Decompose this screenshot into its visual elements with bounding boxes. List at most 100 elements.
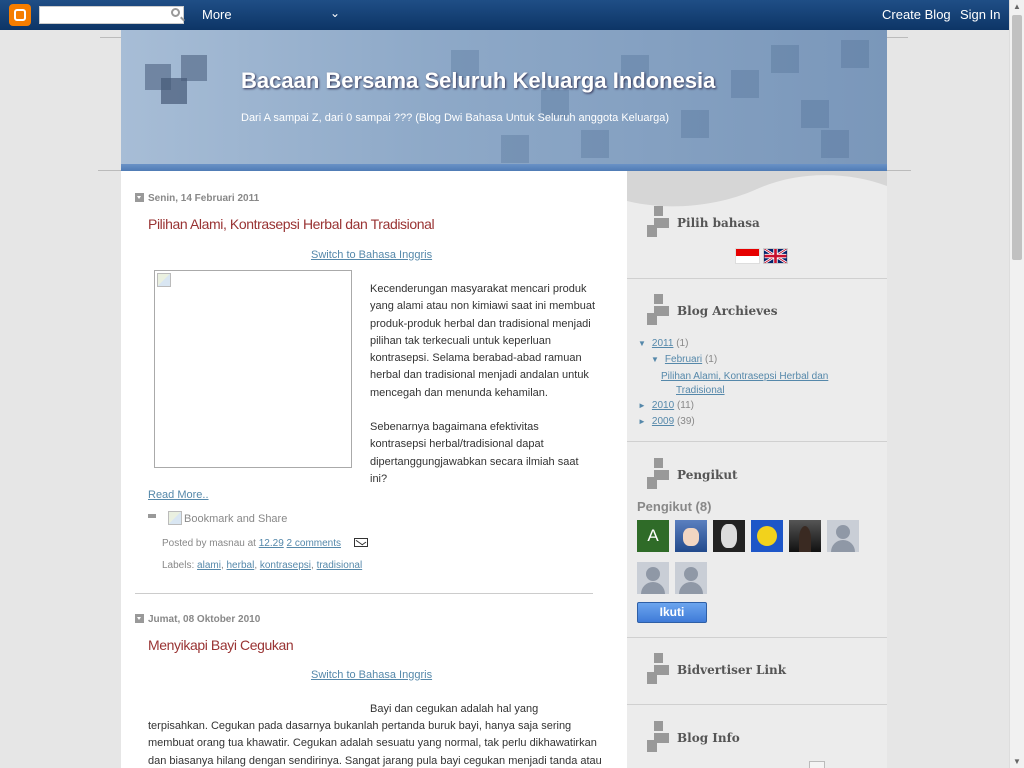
sign-in-link[interactable]: Sign In	[960, 7, 1000, 22]
scroll-up-arrow-icon[interactable]: ▲	[1013, 2, 1021, 11]
blog-title-link[interactable]: Bacaan Bersama Seluruh Keluarga Indonesi…	[241, 68, 715, 94]
expand-toggle-icon[interactable]: ▼	[651, 355, 659, 364]
widget-squares-icon	[647, 721, 669, 753]
widget-title-archive: Blog Archieves	[677, 304, 778, 318]
follower-avatar[interactable]	[713, 520, 745, 552]
header-decor-square	[801, 100, 829, 128]
post-footer-labels: Labels: alami, herbal, kontrasepsi, trad…	[162, 560, 363, 571]
label-link[interactable]: tradisional	[317, 560, 363, 571]
bookmark-broken-image-icon	[168, 511, 182, 525]
post-date-text: Jumat, 08 Oktober 2010	[148, 614, 261, 625]
blog-info-broken-image-icon	[809, 761, 825, 768]
post-body-line: produk-produk herbal dan tradisional men…	[370, 317, 591, 330]
comments-link[interactable]: 2 comments	[287, 538, 341, 549]
header-decor-square	[771, 45, 799, 73]
date-arrow-icon	[135, 614, 144, 623]
indonesia-flag-icon[interactable]	[735, 248, 760, 264]
labels-prefix: Labels:	[162, 560, 195, 571]
main-content: Senin, 14 Februari 2011 Pilihan Alami, K…	[121, 171, 627, 768]
label-link[interactable]: kontrasepsi	[260, 560, 311, 571]
page-scrollbar[interactable]: ▲ ▼	[1009, 0, 1024, 768]
blogger-logo-icon[interactable]	[9, 4, 31, 26]
post-title-link[interactable]: Pilihan Alami, Kontrasepsi Herbal dan Tr…	[148, 216, 435, 232]
post-body-line: mencegah dan menunda kehamilan.	[370, 386, 548, 399]
archive-year-item: ▼ 2011 (1)	[638, 338, 688, 349]
switch-language-link[interactable]: Switch to Bahasa Inggris	[311, 669, 432, 681]
header-decor-square	[841, 40, 869, 68]
sidebar: Pilih bahasa Blog Archieves ▼ 2011 (1) ▼ F…	[627, 171, 887, 768]
expand-toggle-icon[interactable]: ▼	[638, 339, 646, 348]
post-footer-byline: Posted by masnau at 12.29 2 comments	[162, 538, 368, 549]
search-input[interactable]	[39, 6, 184, 24]
follower-avatar[interactable]	[789, 520, 821, 552]
follower-avatar-default[interactable]	[637, 562, 669, 594]
post-image-placeholder	[154, 270, 352, 468]
post-body-line: terpisahkan. Cegukan pada dasarnya bukan…	[148, 720, 572, 732]
date-arrow-icon	[135, 193, 144, 202]
post-body-line: pilihan tak terkecuali untuk keperluan	[370, 334, 552, 347]
uk-flag-icon[interactable]	[763, 248, 788, 264]
widget-squares-icon	[647, 294, 669, 326]
archive-count: (1)	[704, 354, 718, 365]
blog-header: Bacaan Bersama Seluruh Keluarga Indonesi…	[121, 30, 887, 164]
post-separator	[135, 593, 593, 594]
blogger-navbar: More ⌄ Create Blog Sign In	[0, 0, 1009, 30]
follower-avatar-default[interactable]	[827, 520, 859, 552]
follow-button[interactable]: Ikuti	[637, 602, 707, 623]
chevron-down-icon[interactable]: ⌄	[330, 6, 340, 20]
post-body-line: dan biasanya hilang dengan sendirinya. S…	[148, 754, 602, 767]
widget-squares-icon	[647, 653, 669, 685]
archive-count: (11)	[676, 400, 694, 411]
label-link[interactable]: herbal	[227, 560, 255, 571]
post-body-line: Sebenarnya bagaimana efektivitas	[370, 421, 539, 433]
archive-year-link[interactable]: 2011	[652, 338, 674, 349]
post-date-text: Senin, 14 Februari 2011	[148, 193, 260, 204]
post-body-paragraph: Sebenarnya bagaimana efektivitas kontras…	[370, 419, 610, 488]
post-body-line: membuat orang tua khawatir. Cegukan adal…	[148, 737, 597, 750]
follower-avatar[interactable]	[751, 520, 783, 552]
more-menu-link[interactable]: More	[202, 7, 232, 22]
search-icon[interactable]	[171, 8, 180, 17]
archive-count: (39)	[676, 416, 695, 427]
follower-avatar[interactable]	[675, 520, 707, 552]
follower-avatar-default[interactable]	[675, 562, 707, 594]
create-blog-link[interactable]: Create Blog	[882, 7, 951, 22]
header-decor-square	[501, 135, 529, 163]
bookmark-collapse-icon[interactable]	[148, 514, 156, 518]
scrollbar-thumb[interactable]	[1012, 15, 1022, 260]
archive-year-link[interactable]: 2009	[652, 416, 674, 427]
header-decor-square	[821, 130, 849, 158]
archive-year-item: ► 2010 (11)	[638, 400, 694, 411]
archive-post-link[interactable]: Pilihan Alami, Kontrasepsi Herbal dan Tra…	[661, 371, 828, 396]
scroll-down-arrow-icon[interactable]: ▼	[1013, 757, 1021, 766]
header-logo-square	[161, 78, 187, 104]
archive-count: (1)	[676, 338, 689, 349]
archive-post-line: Tradisional	[676, 385, 725, 396]
post-body-line: Bayi dan cegukan adalah hal yang	[370, 703, 539, 715]
header-decor-square	[681, 110, 709, 138]
post-body-line: ini?	[370, 472, 388, 485]
widget-squares-icon	[647, 458, 669, 490]
follower-avatar[interactable]: A	[637, 520, 669, 552]
post-body-line: kontrasepsi herbal/tradisional dapat	[370, 438, 544, 451]
followers-count-label: Pengikut (8)	[637, 499, 712, 514]
archive-month-item: ▼ Februari (1)	[651, 354, 717, 365]
widget-separator	[627, 278, 887, 279]
widget-title-followers: Pengikut	[677, 468, 738, 482]
post-time-link[interactable]: 12.29	[259, 538, 284, 549]
archive-post-line: Pilihan Alami, Kontrasepsi Herbal dan	[661, 371, 829, 382]
switch-language-link[interactable]: Switch to Bahasa Inggris	[311, 249, 432, 261]
post-body-line: dipertanggungjawabkan secara ilmiah saat	[370, 455, 579, 468]
read-more-link[interactable]: Read More..	[148, 489, 209, 501]
expand-toggle-icon[interactable]: ►	[638, 401, 646, 410]
archive-month-link[interactable]: Februari	[665, 354, 702, 365]
expand-toggle-icon[interactable]: ►	[638, 417, 646, 426]
label-link[interactable]: alami	[197, 560, 221, 571]
archive-year-item: ► 2009 (39)	[638, 416, 695, 427]
archive-year-link[interactable]: 2010	[652, 400, 674, 411]
post-title-link[interactable]: Menyikapi Bayi Cegukan	[148, 637, 294, 653]
widget-title-blog-info: Blog Info	[677, 731, 740, 745]
email-post-icon[interactable]	[353, 538, 368, 547]
post-body-line: herbal dan tradisional menjadi andalan u…	[370, 369, 589, 382]
bookmark-share-button[interactable]: Bookmark and Share	[168, 511, 287, 525]
